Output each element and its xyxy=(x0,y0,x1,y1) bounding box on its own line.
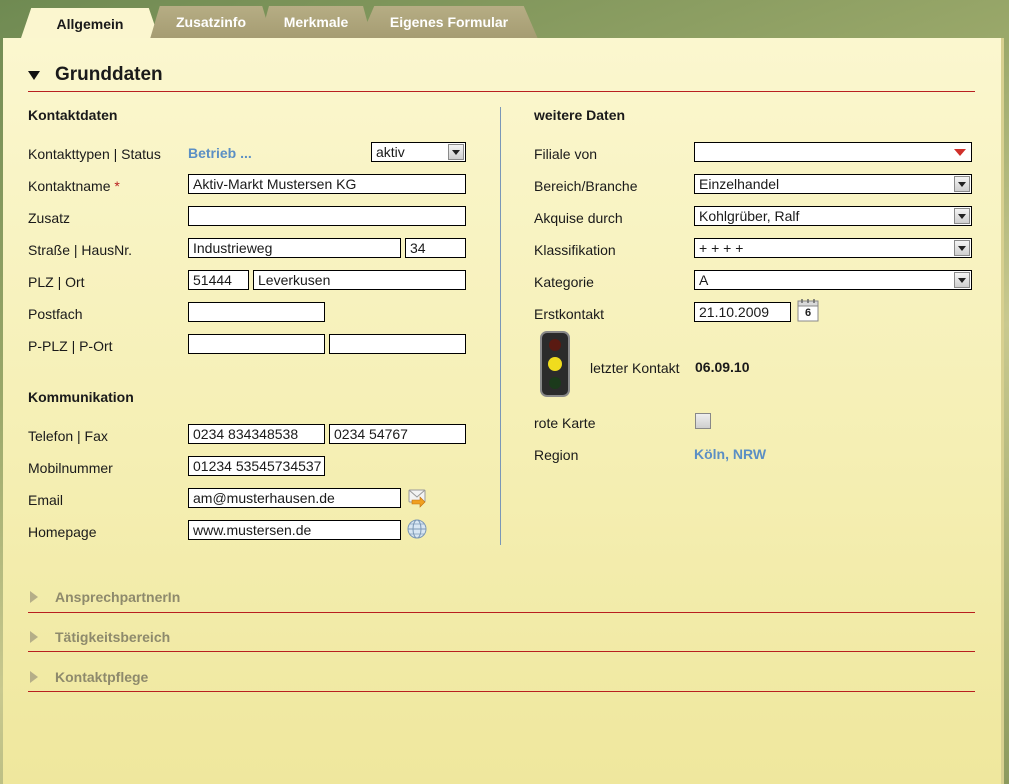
klassifikation-value: + + + + xyxy=(699,240,744,256)
contact-heading: Kontaktdaten xyxy=(28,107,118,123)
email-field[interactable]: am@musterhausen.de xyxy=(188,488,401,508)
further-data-heading: weitere Daten xyxy=(534,107,626,123)
zusatz-label: Zusatz xyxy=(28,210,71,226)
akquise-select[interactable]: Kohlgrüber, Ralf xyxy=(694,206,972,226)
branche-value: Einzelhandel xyxy=(699,176,780,192)
homepage-field[interactable]: www.mustersen.de xyxy=(188,520,401,540)
filiale-dropdown-icon[interactable] xyxy=(954,149,966,156)
tab-allgemein[interactable]: Allgemein xyxy=(20,8,160,41)
tab-zusatzinfo[interactable]: Zusatzinfo xyxy=(150,6,272,39)
tab-eigenes-formular[interactable]: Eigenes Formular xyxy=(360,6,538,39)
section-title[interactable]: Grunddaten xyxy=(55,64,163,86)
status-select[interactable]: aktiv xyxy=(371,142,466,162)
kategorie-label: Kategorie xyxy=(534,274,594,290)
section-divider xyxy=(28,91,975,92)
plz-ort-label: PLZ | Ort xyxy=(28,274,85,290)
fax-field[interactable]: 0234 54767 xyxy=(329,424,466,444)
section-ansprechpartner[interactable]: AnsprechpartnerIn xyxy=(55,589,180,605)
email-label: Email xyxy=(28,492,64,508)
section-divider xyxy=(28,691,975,692)
types-status-label: Kontakttypen | Status xyxy=(28,146,161,162)
phone-fax-label: Telefon | Fax xyxy=(28,428,108,444)
contact-name-label-text: Kontaktname xyxy=(28,178,111,194)
pplz-port-label: P-PLZ | P-Ort xyxy=(28,338,113,354)
region-label: Region xyxy=(534,447,579,463)
expand-arrow-icon[interactable] xyxy=(30,671,38,683)
open-website-icon[interactable] xyxy=(406,518,428,540)
calendar-icon[interactable]: 6 xyxy=(796,297,820,323)
plz-field[interactable]: 51444 xyxy=(188,270,249,290)
section-kontaktpflege[interactable]: Kontaktpflege xyxy=(55,669,148,685)
region-link[interactable]: Köln, NRW xyxy=(694,446,766,462)
last-contact-label: letzter Kontakt xyxy=(590,360,680,376)
erstkontakt-field[interactable]: 21.10.2009 xyxy=(694,302,791,322)
send-email-icon[interactable] xyxy=(406,486,428,508)
street-label: Straße | HausNr. xyxy=(28,242,133,258)
mobile-label: Mobilnummer xyxy=(28,460,113,476)
port-field[interactable] xyxy=(329,334,466,354)
required-marker: * xyxy=(114,178,120,194)
last-contact-value: 06.09.10 xyxy=(695,359,750,375)
tab-merkmale[interactable]: Merkmale xyxy=(260,6,372,39)
postfach-label: Postfach xyxy=(28,306,83,322)
akquise-value: Kohlgrüber, Ralf xyxy=(699,208,800,224)
calendar-day: 6 xyxy=(804,307,812,319)
zusatz-field[interactable] xyxy=(188,206,466,226)
phone-field[interactable]: 0234 834348538 xyxy=(188,424,325,444)
communication-heading: Kommunikation xyxy=(28,389,134,405)
homepage-label: Homepage xyxy=(28,524,97,540)
branche-select[interactable]: Einzelhandel xyxy=(694,174,972,194)
collapse-arrow-icon[interactable] xyxy=(28,71,40,80)
dropdown-arrow-icon[interactable] xyxy=(448,144,464,160)
akquise-label: Akquise durch xyxy=(534,210,623,226)
street-field[interactable]: Industrieweg xyxy=(188,238,401,258)
dropdown-arrow-icon[interactable] xyxy=(954,240,970,256)
klassifikation-label: Klassifikation xyxy=(534,242,616,258)
branche-label: Bereich/Branche xyxy=(534,178,638,194)
contact-name-label: Kontaktname * xyxy=(28,178,120,194)
dropdown-arrow-icon[interactable] xyxy=(954,176,970,192)
column-divider xyxy=(500,107,501,545)
status-value: aktiv xyxy=(376,144,405,160)
contact-name-field[interactable]: Aktiv-Markt Mustersen KG xyxy=(188,174,466,194)
traffic-light-icon xyxy=(537,330,573,398)
section-divider xyxy=(28,651,975,652)
dropdown-arrow-icon[interactable] xyxy=(954,208,970,224)
klassifikation-select[interactable]: + + + + xyxy=(694,238,972,258)
red-card-checkbox[interactable] xyxy=(695,413,711,429)
filiale-label: Filiale von xyxy=(534,146,598,162)
postfach-field[interactable] xyxy=(188,302,325,322)
house-number-field[interactable]: 34 xyxy=(405,238,466,258)
contact-types-link[interactable]: Betrieb ... xyxy=(188,145,252,161)
expand-arrow-icon[interactable] xyxy=(30,631,38,643)
ort-field[interactable]: Leverkusen xyxy=(253,270,466,290)
mobile-field[interactable]: 01234 53545734537 xyxy=(188,456,325,476)
section-taetigkeitsbereich[interactable]: Tätigkeitsbereich xyxy=(55,629,170,645)
section-divider xyxy=(28,612,975,613)
main-panel: Grunddaten Kontaktdaten Kontakttypen | S… xyxy=(3,38,1004,784)
erstkontakt-label: Erstkontakt xyxy=(534,306,605,322)
filiale-select[interactable] xyxy=(694,142,972,162)
dropdown-arrow-icon[interactable] xyxy=(954,272,970,288)
pplz-field[interactable] xyxy=(188,334,325,354)
kategorie-select[interactable]: A xyxy=(694,270,972,290)
red-card-label: rote Karte xyxy=(534,415,596,431)
kategorie-value: A xyxy=(699,272,709,288)
expand-arrow-icon[interactable] xyxy=(30,591,38,603)
